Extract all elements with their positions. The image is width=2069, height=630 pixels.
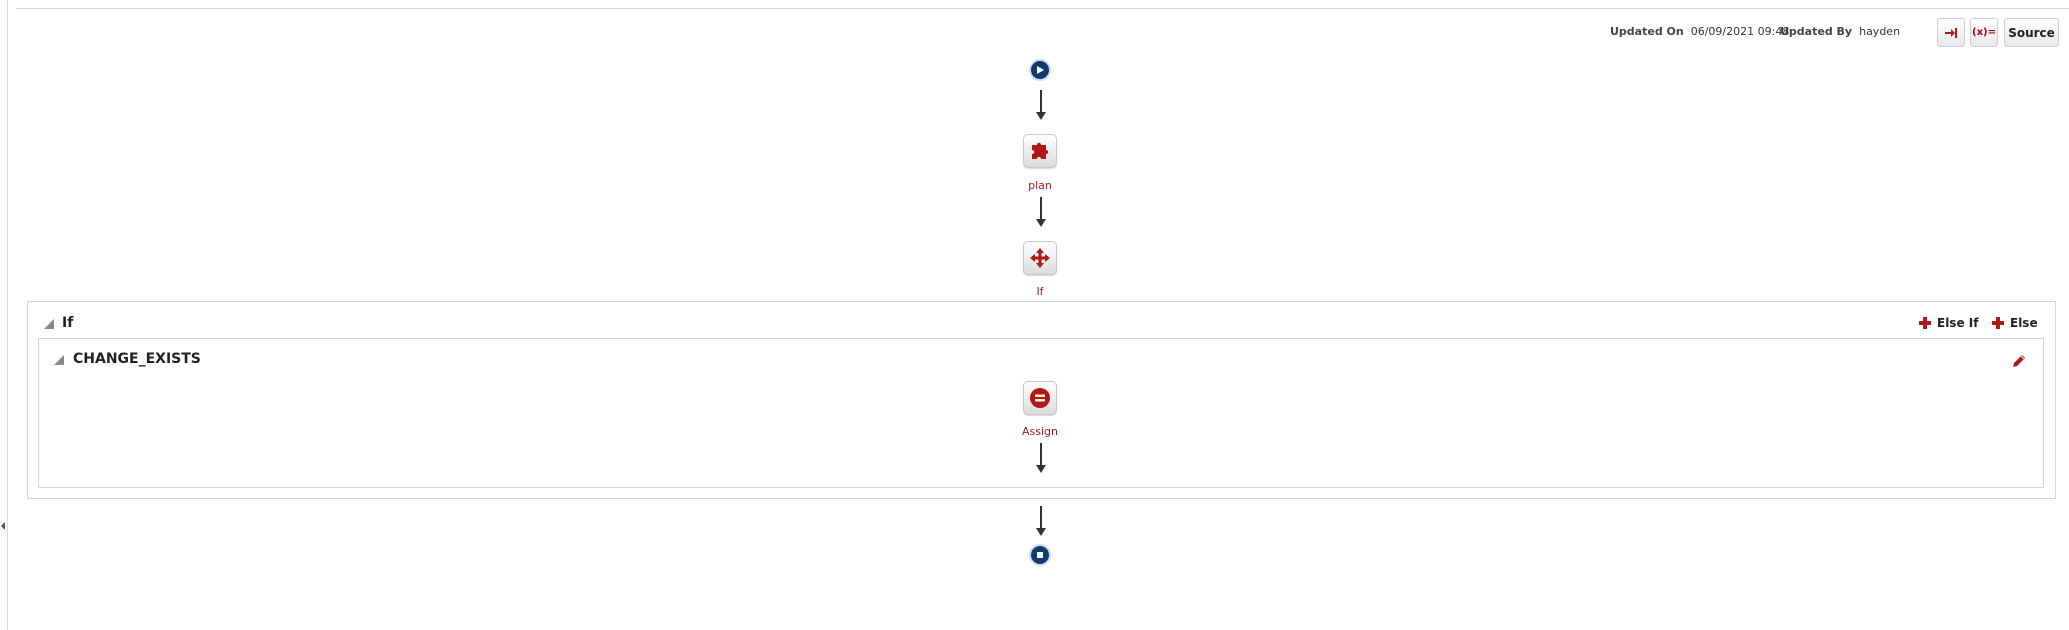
source-button[interactable]: Source xyxy=(2004,18,2059,47)
updated-on: Updated On 06/09/2021 09:48 xyxy=(1610,25,1789,38)
flow-arrow xyxy=(1036,90,1046,120)
flow-arrow xyxy=(1036,506,1046,536)
if-activity-node[interactable] xyxy=(1023,241,1057,275)
plan-activity-node[interactable] xyxy=(1023,134,1057,168)
left-panel-rail xyxy=(0,0,8,630)
flow-arrow xyxy=(1036,443,1046,473)
plus-icon xyxy=(1919,317,1931,329)
updated-by-label: Updated By xyxy=(1780,25,1853,38)
sign-in-icon xyxy=(1945,27,1957,38)
variables-label: (x)= xyxy=(1972,27,1996,38)
if-node-label[interactable]: If xyxy=(980,285,1100,298)
add-else-if-button[interactable]: Else If xyxy=(1919,316,1978,330)
flow-arrow xyxy=(1036,197,1046,227)
condition-title: CHANGE_EXISTS xyxy=(73,351,201,367)
if-block-title: If xyxy=(62,315,74,331)
expand-panel-icon[interactable] xyxy=(0,517,7,535)
start-node[interactable] xyxy=(1029,59,1051,81)
assign-node-label[interactable]: Assign xyxy=(980,425,1100,438)
else-if-label: Else If xyxy=(1937,316,1979,330)
edit-condition-button[interactable] xyxy=(2011,353,2027,373)
source-label: Source xyxy=(2008,25,2055,40)
stop-icon xyxy=(1037,552,1043,558)
plus-icon xyxy=(1992,317,2004,329)
header-divider xyxy=(16,8,2069,9)
updated-by-value: hayden xyxy=(1859,25,1901,38)
assign-activity-node[interactable] xyxy=(1023,381,1057,415)
else-label: Else xyxy=(2010,316,2038,330)
pencil-icon xyxy=(2013,355,2025,367)
updated-by: Updated By hayden xyxy=(1780,25,1900,38)
equals-circle-icon xyxy=(1030,388,1050,408)
end-node[interactable] xyxy=(1029,544,1051,566)
collapse-if-icon[interactable] xyxy=(44,319,54,329)
updated-on-value: 06/09/2021 09:48 xyxy=(1690,25,1790,38)
variables-button[interactable]: (x)= xyxy=(1970,18,1998,47)
play-icon xyxy=(1037,66,1044,74)
branch-arrows-icon xyxy=(1030,248,1050,268)
collapse-condition-icon[interactable] xyxy=(54,355,64,365)
add-else-button[interactable]: Else xyxy=(1992,316,2038,330)
plan-node-label[interactable]: plan xyxy=(980,179,1100,192)
puzzle-icon xyxy=(1032,142,1049,159)
updated-on-label: Updated On xyxy=(1610,25,1684,38)
import-button[interactable] xyxy=(1937,18,1965,47)
